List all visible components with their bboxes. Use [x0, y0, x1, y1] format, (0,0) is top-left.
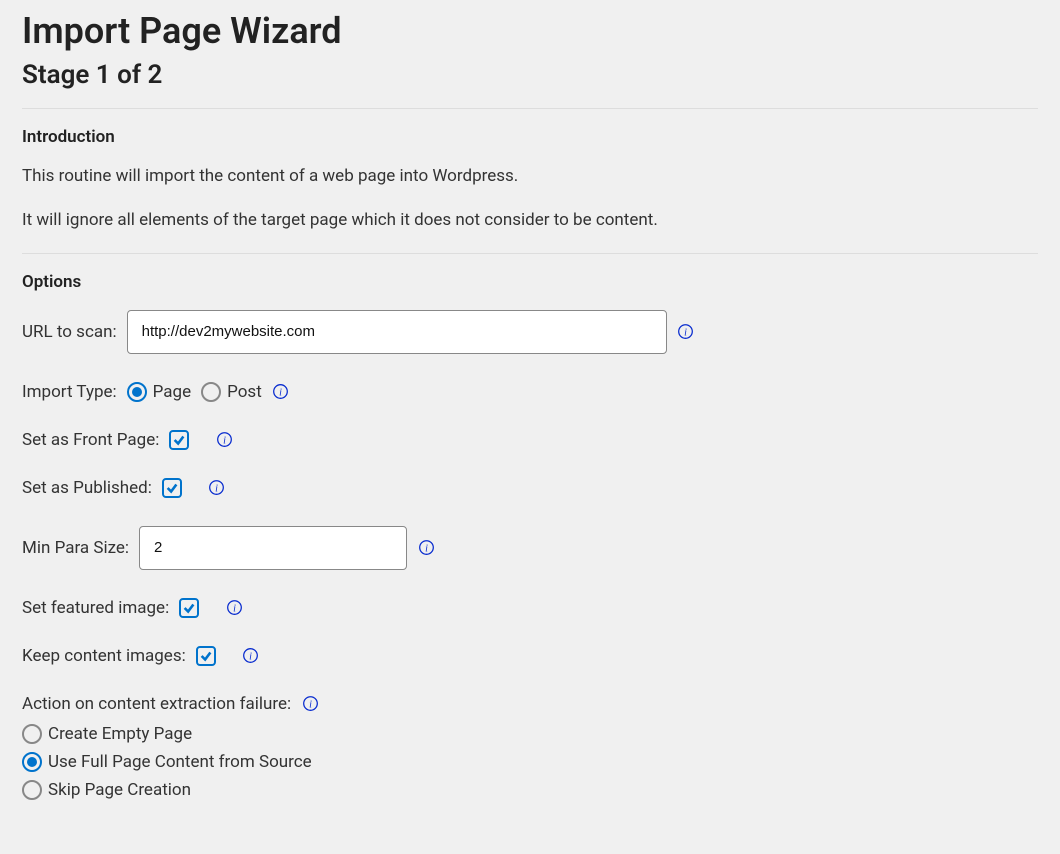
- failure-action-full-radio[interactable]: Use Full Page Content from Source: [22, 752, 1038, 772]
- set-published-label: Set as Published:: [22, 478, 152, 498]
- set-published-row: Set as Published: i: [22, 478, 1038, 498]
- svg-text:i: i: [233, 603, 236, 614]
- divider: [22, 253, 1038, 254]
- set-front-page-row: Set as Front Page: i: [22, 430, 1038, 450]
- info-icon[interactable]: i: [208, 479, 226, 497]
- intro-line-2: It will ignore all elements of the targe…: [22, 209, 1038, 233]
- failure-action-skip-label: Skip Page Creation: [48, 780, 191, 800]
- set-featured-image-row: Set featured image: i: [22, 598, 1038, 618]
- import-type-page-label: Page: [153, 382, 191, 402]
- import-type-row: Import Type: Page Post i: [22, 382, 1038, 402]
- info-icon[interactable]: i: [677, 323, 695, 341]
- intro-line-1: This routine will import the content of …: [22, 165, 1038, 189]
- svg-text:i: i: [309, 699, 312, 710]
- import-type-post-radio[interactable]: Post: [201, 382, 262, 402]
- url-to-scan-input[interactable]: [127, 310, 667, 354]
- min-para-size-row: Min Para Size: i: [22, 526, 1038, 570]
- failure-action-empty-label: Create Empty Page: [48, 724, 192, 744]
- keep-content-images-checkbox[interactable]: [196, 646, 216, 666]
- info-icon[interactable]: i: [417, 539, 435, 557]
- failure-action-row: Action on content extraction failure: i: [22, 694, 1038, 714]
- options-heading: Options: [22, 272, 1038, 292]
- introduction-heading: Introduction: [22, 127, 1038, 147]
- min-para-size-input[interactable]: [139, 526, 407, 570]
- set-front-page-checkbox[interactable]: [169, 430, 189, 450]
- url-to-scan-row: URL to scan: i: [22, 310, 1038, 354]
- svg-text:i: i: [249, 651, 252, 662]
- keep-content-images-row: Keep content images: i: [22, 646, 1038, 666]
- min-para-size-label: Min Para Size:: [22, 538, 129, 558]
- keep-content-images-label: Keep content images:: [22, 646, 186, 666]
- set-featured-image-label: Set featured image:: [22, 598, 169, 618]
- url-to-scan-label: URL to scan:: [22, 322, 117, 342]
- import-type-label: Import Type:: [22, 382, 117, 402]
- failure-action-empty-radio[interactable]: Create Empty Page: [22, 724, 1038, 744]
- divider: [22, 108, 1038, 109]
- info-icon[interactable]: i: [242, 647, 260, 665]
- info-icon[interactable]: i: [225, 599, 243, 617]
- svg-text:i: i: [279, 387, 282, 398]
- info-icon[interactable]: i: [301, 695, 319, 713]
- svg-text:i: i: [215, 483, 218, 494]
- failure-action-skip-radio[interactable]: Skip Page Creation: [22, 780, 1038, 800]
- set-front-page-label: Set as Front Page:: [22, 430, 159, 450]
- stage-title: Stage 1 of 2: [22, 60, 1038, 90]
- svg-text:i: i: [425, 543, 428, 554]
- info-icon[interactable]: i: [272, 383, 290, 401]
- info-icon[interactable]: i: [215, 431, 233, 449]
- svg-text:i: i: [684, 327, 687, 338]
- set-published-checkbox[interactable]: [162, 478, 182, 498]
- failure-action-label: Action on content extraction failure:: [22, 694, 291, 714]
- failure-action-options: Create Empty Page Use Full Page Content …: [22, 724, 1038, 800]
- page-title: Import Page Wizard: [22, 10, 1038, 52]
- import-type-post-label: Post: [227, 382, 262, 402]
- import-type-page-radio[interactable]: Page: [127, 382, 191, 402]
- set-featured-image-checkbox[interactable]: [179, 598, 199, 618]
- svg-text:i: i: [223, 435, 226, 446]
- failure-action-full-label: Use Full Page Content from Source: [48, 752, 312, 772]
